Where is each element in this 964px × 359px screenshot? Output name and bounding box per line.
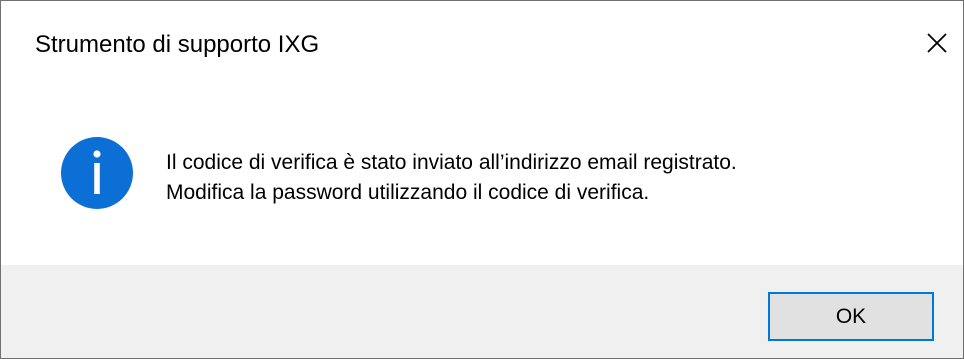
dialog-title: Strumento di supporto IXG: [35, 31, 320, 58]
button-bar: OK: [1, 265, 963, 358]
dialog-content: Il codice di verifica è stato inviato al…: [1, 87, 963, 265]
title-bar[interactable]: Strumento di supporto IXG: [1, 1, 963, 87]
message-line-1: Il codice di verifica è stato inviato al…: [166, 151, 737, 174]
focus-ring: [773, 297, 929, 336]
ok-button[interactable]: OK: [768, 292, 934, 341]
message-dialog: Strumento di supporto IXG Il codice di v…: [0, 0, 964, 359]
message-line-2: Modifica la password utilizzando il codi…: [166, 181, 650, 204]
close-button[interactable]: [917, 23, 957, 63]
info-icon: [61, 137, 133, 209]
close-icon: [927, 33, 947, 53]
dialog-message: Il codice di verifica è stato inviato al…: [166, 148, 737, 208]
